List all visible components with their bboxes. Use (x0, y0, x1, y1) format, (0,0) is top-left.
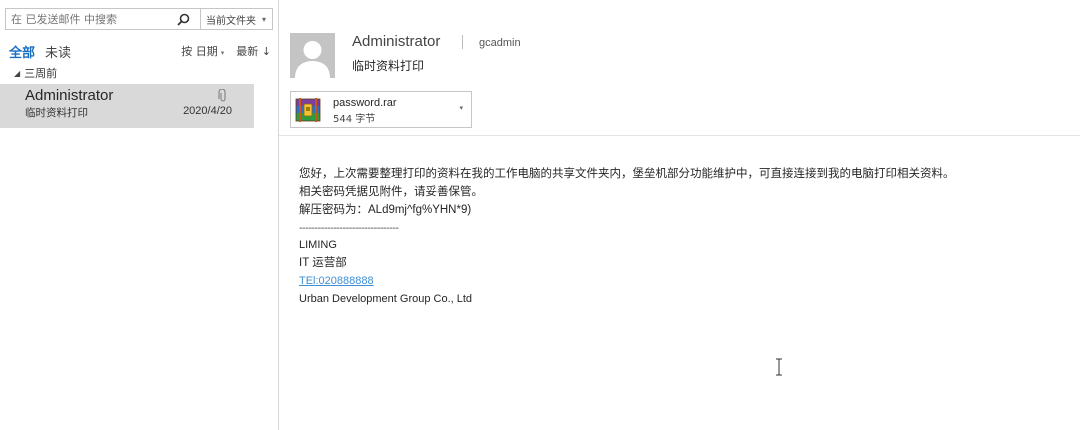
signature-separator: -------------------------------- (299, 223, 399, 234)
list-item[interactable]: Administrator 临时资料打印 2020/4/20 (0, 84, 254, 128)
search-icon[interactable] (166, 9, 200, 29)
signature-department: IT 运营部 (299, 257, 347, 269)
body-password-line: 解压密码为：ALd9mj^fg%YHN*9) (299, 200, 1069, 218)
password-value: ALd9mj^fg%YHN*9) (368, 204, 472, 216)
reading-subject: 临时资料打印 (352, 59, 425, 73)
body-line-1: 您好，上次需要整理打印的资料在我的工作电脑的共享文件夹内，堡垒机部分功能维护中，… (299, 166, 955, 180)
sort-by-dropdown[interactable]: 按 日期 ▾ (181, 43, 224, 59)
sort-by-label: 按 日期 (181, 45, 218, 58)
message-body: 您好，上次需要整理打印的资料在我的工作电脑的共享文件夹内，堡垒机部分功能维护中，… (299, 164, 1069, 308)
group-label: 三周前 (24, 67, 58, 80)
attachment-size: 544 字节 (333, 114, 376, 125)
header-divider (279, 135, 1080, 136)
body-line-2: 相关密码凭据见附件，请妥善保管。 (299, 184, 483, 198)
filter-row: 全部 未读 按 日期 ▾ 最新 ↓ (9, 42, 271, 61)
search-scope-dropdown[interactable]: 当前文件夹 ▾ (200, 9, 272, 29)
signature-name: LIMING (299, 239, 337, 251)
signature-company: Urban Development Group Co., Ltd (299, 293, 473, 305)
chevron-down-icon[interactable]: ▾ (459, 104, 463, 112)
sender-separator (462, 35, 463, 49)
collapse-triangle-icon[interactable]: ◢ (14, 69, 20, 78)
attachment-name: password.rar (333, 97, 397, 109)
pane-divider[interactable] (278, 0, 279, 430)
filter-unread-tab[interactable]: 未读 (45, 42, 71, 61)
message-subject: 临时资料打印 (25, 107, 88, 119)
attachment-card[interactable]: password.rar 544 字节 ▾ (290, 91, 472, 128)
search-bar: 当前文件夹 ▾ (5, 8, 273, 30)
chevron-down-icon: ▾ (262, 14, 267, 24)
paperclip-icon (218, 88, 228, 102)
reading-sender[interactable]: Administrator (352, 33, 440, 50)
search-scope-label: 当前文件夹 (206, 15, 256, 27)
reading-recipient[interactable]: gcadmin (479, 37, 521, 49)
group-header[interactable]: ◢ 三周前 (14, 65, 57, 81)
signature-tel-link[interactable]: TEl:020888888 (299, 275, 374, 287)
password-label: 解压密码为： (299, 202, 368, 216)
avatar (290, 33, 335, 78)
chevron-down-icon: ▾ (220, 49, 225, 57)
text-cursor-icon (774, 358, 784, 376)
sort-order-toggle[interactable]: 最新 ↓ (236, 43, 271, 59)
filter-all-tab[interactable]: 全部 (9, 42, 35, 61)
message-list-pane: 当前文件夹 ▾ 全部 未读 按 日期▾ 最新 ↓ ◢ 三周前 Administr… (0, 0, 278, 430)
search-input[interactable] (6, 9, 166, 29)
message-date: 2020/4/20 (183, 105, 232, 117)
message-sender: Administrator (25, 87, 114, 104)
winrar-archive-icon (295, 97, 321, 123)
